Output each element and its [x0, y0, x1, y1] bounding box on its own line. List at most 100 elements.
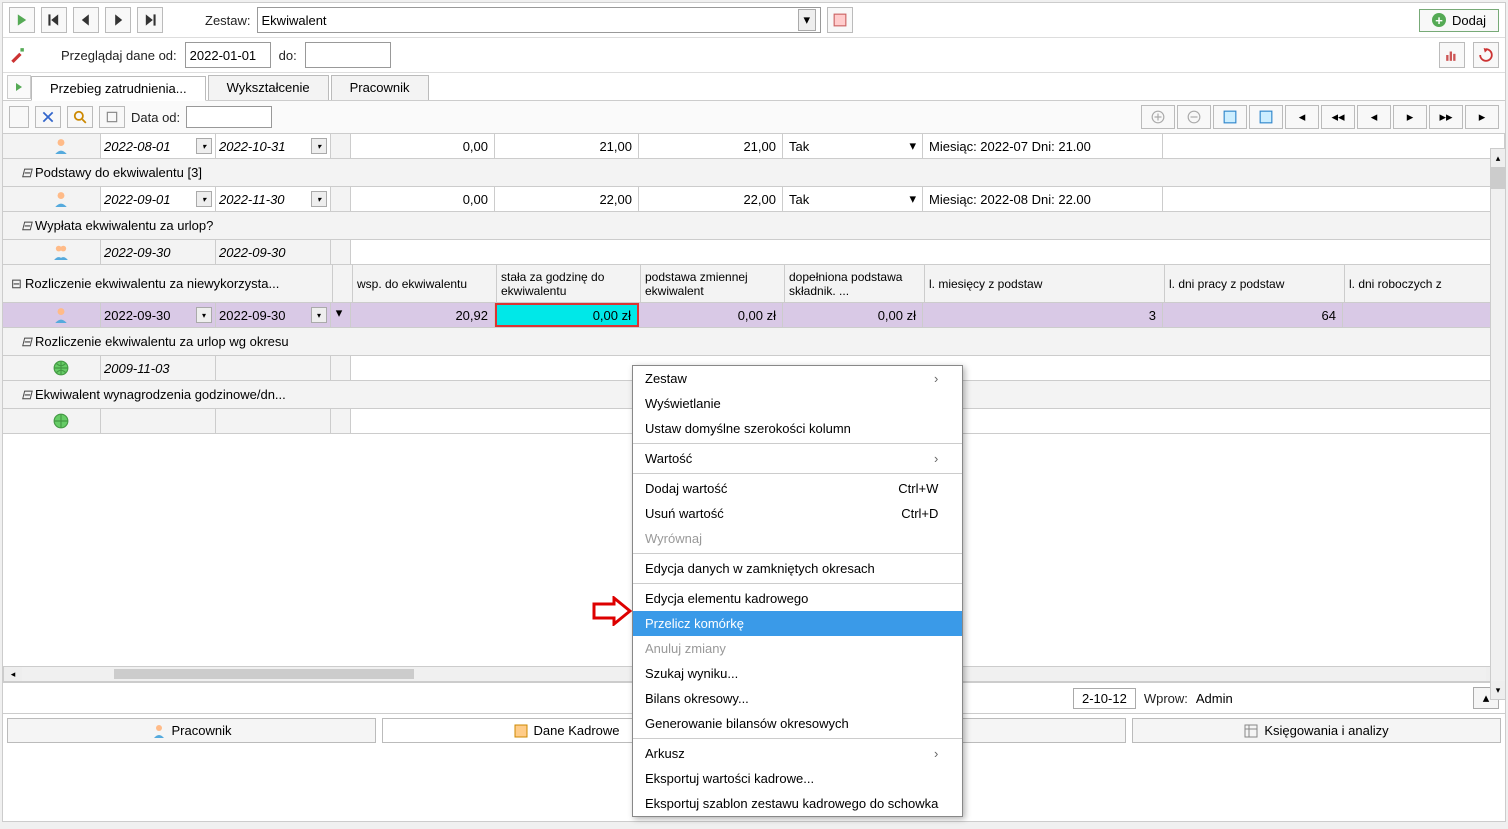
first-icon[interactable] [41, 7, 67, 33]
value-cell[interactable]: 64 [1163, 303, 1343, 327]
menu-eksportuj-szablon[interactable]: Eksportuj szablon zestawu kadrowego do s… [633, 791, 962, 816]
column-header[interactable]: stała za godzinę do ekwiwalentu [497, 265, 641, 302]
collapse-icon[interactable]: ⊟ [21, 334, 31, 350]
value-cell[interactable]: 21,00 [639, 134, 783, 158]
column-header[interactable]: podstawa zmiennej ekwiwalent [641, 265, 785, 302]
nav-last-icon[interactable]: ▸▸ [1429, 105, 1463, 129]
zestaw-combo[interactable]: Ekwiwalent ▾ [257, 7, 821, 33]
tab-pracownik[interactable]: Pracownik [331, 75, 429, 100]
brush-icon[interactable] [9, 47, 25, 63]
nav-right-icon[interactable]: ▸ [1465, 105, 1499, 129]
chevron-down-icon[interactable]: ▾ [909, 138, 916, 154]
table-row[interactable]: 2022-09-30 2022-09-30 [3, 240, 1505, 265]
menu-edycja-okresy[interactable]: Edycja danych w zamkniętych okresach [633, 556, 962, 581]
value-cell[interactable]: 22,00 [639, 187, 783, 211]
selected-row[interactable]: 2022-09-30▾ 2022-09-30▾ ▾ 20,92 0,00 zł … [3, 303, 1505, 328]
menu-dodaj-wartosc[interactable]: Dodaj wartośćCtrl+W [633, 476, 962, 501]
table-row[interactable]: 2022-09-01▾ 2022-11-30▾ 0,00 22,00 22,00… [3, 187, 1505, 212]
nav-prev-icon[interactable]: ◂ [1357, 105, 1391, 129]
menu-eksportuj-wartosci[interactable]: Eksportuj wartości kadrowe... [633, 766, 962, 791]
menu-bilans-okresowy[interactable]: Bilans okresowy... [633, 686, 962, 711]
chevron-down-icon[interactable]: ▾ [311, 307, 327, 323]
value-cell[interactable]: Tak▾ [783, 134, 923, 158]
section-row[interactable]: ⊟Podstawy do ekwiwalentu [3] [3, 159, 1505, 187]
date-cell[interactable]: 2022-09-01▾ [101, 187, 216, 211]
menu-wyswietlanie[interactable]: Wyświetlanie [633, 391, 962, 416]
refresh-icon[interactable] [1473, 42, 1499, 68]
value-cell[interactable]: 0,00 [351, 134, 495, 158]
date-cell[interactable]: 2022-11-30▾ [216, 187, 331, 211]
play-icon[interactable] [9, 7, 35, 33]
scroll-left-icon[interactable]: ◂ [4, 667, 22, 681]
value-cell[interactable]: 21,00 [495, 134, 639, 158]
scroll-up-icon[interactable]: ▴ [1491, 149, 1505, 167]
column-header[interactable]: l. miesięcy z podstaw [925, 265, 1165, 302]
date-to-input[interactable] [305, 42, 391, 68]
menu-wartosc[interactable]: Wartość [633, 446, 962, 471]
value-cell[interactable]: 22,00 [495, 187, 639, 211]
collapse-icon[interactable]: ⊟ [21, 165, 31, 181]
last-icon[interactable] [137, 7, 163, 33]
menu-arkusz[interactable]: Arkusz [633, 741, 962, 766]
date-from-input[interactable] [185, 42, 271, 68]
scroll-down-icon[interactable]: ▾ [1491, 681, 1505, 699]
column-header[interactable]: l. dni pracy z podstaw [1165, 265, 1345, 302]
menu-edycja-elementu[interactable]: Edycja elementu kadrowego [633, 586, 962, 611]
extra-icon[interactable] [827, 7, 853, 33]
nav-next-icon[interactable]: ▸ [1393, 105, 1427, 129]
expand-icon[interactable] [9, 106, 29, 128]
scroll-thumb[interactable] [114, 669, 414, 679]
scroll-thumb[interactable] [1491, 167, 1505, 189]
menu-szukaj-wyniku[interactable]: Szukaj wyniku... [633, 661, 962, 686]
column-header[interactable]: wsp. do ekwiwalentu [353, 265, 497, 302]
value-cell[interactable]: 0,00 zł [783, 303, 923, 327]
value-cell[interactable]: Tak▾ [783, 187, 923, 211]
value-cell[interactable]: 20,92 [351, 303, 495, 327]
remove-circle-icon[interactable] [1177, 105, 1211, 129]
date-cell[interactable]: 2022-08-01▾ [101, 134, 216, 158]
value-cell[interactable]: 0,00 zł [639, 303, 783, 327]
highlighted-cell[interactable]: 0,00 zł [495, 303, 639, 327]
menu-usun-wartosc[interactable]: Usuń wartośćCtrl+D [633, 501, 962, 526]
add-circle-icon[interactable] [1141, 105, 1175, 129]
date-cell[interactable]: 2022-09-30▾ [216, 303, 331, 327]
next-icon[interactable] [105, 7, 131, 33]
chevron-down-icon[interactable]: ▾ [196, 191, 212, 207]
column-header[interactable]: l. dni roboczych z [1345, 265, 1505, 302]
nav-left-icon[interactable]: ◂ [1285, 105, 1319, 129]
vertical-scrollbar[interactable]: ▴ ▾ [1490, 148, 1506, 700]
value-cell[interactable]: 3 [923, 303, 1163, 327]
chevron-down-icon[interactable]: ▾ [311, 138, 327, 154]
menu-generowanie-bilansow[interactable]: Generowanie bilansów okresowych [633, 711, 962, 736]
chevron-down-icon[interactable]: ▾ [331, 303, 347, 323]
chart-icon[interactable] [1439, 42, 1465, 68]
btab-ksiegowania[interactable]: Księgowania i analizy [1132, 718, 1501, 743]
section-row[interactable]: ⊟Rozliczenie ekwiwalentu za urlop wg okr… [3, 328, 1505, 356]
tab-scroll-icon[interactable] [7, 75, 31, 99]
prev-icon[interactable] [73, 7, 99, 33]
collapse-icon[interactable]: ⊟ [21, 218, 31, 234]
chevron-down-icon[interactable]: ▾ [196, 138, 212, 154]
value-cell[interactable]: Miesiąc: 2022-08 Dni: 22.00 [923, 187, 1163, 211]
value-cell[interactable]: 0,00 [351, 187, 495, 211]
menu-zestaw[interactable]: Zestaw [633, 366, 962, 391]
grid1-icon[interactable] [1213, 105, 1247, 129]
section-row[interactable]: ⊟Wypłata ekwiwalentu za urlop? [3, 212, 1505, 240]
date-cell[interactable]: 2022-09-30▾ [101, 303, 216, 327]
nav-first-icon[interactable]: ◂◂ [1321, 105, 1355, 129]
menu-przelicz-komorke[interactable]: Przelicz komórkę [633, 611, 962, 636]
add-button[interactable]: + Dodaj [1419, 9, 1499, 32]
btab-pracownik[interactable]: Pracownik [7, 718, 376, 743]
chevron-down-icon[interactable]: ▾ [798, 9, 816, 31]
menu-szerokosci[interactable]: Ustaw domyślne szerokości kolumn [633, 416, 962, 441]
column-header[interactable]: dopełniona podstawa składnik. ... [785, 265, 925, 302]
grid2-icon[interactable] [1249, 105, 1283, 129]
book-icon[interactable] [99, 106, 125, 128]
tools-icon[interactable] [35, 106, 61, 128]
search-icon[interactable] [67, 106, 93, 128]
tab-wyksztalcenie[interactable]: Wykształcenie [208, 75, 329, 100]
chevron-down-icon[interactable]: ▾ [311, 191, 327, 207]
collapse-icon[interactable]: ⊟ [11, 276, 21, 292]
table-row[interactable]: 2022-08-01▾ 2022-10-31▾ 0,00 21,00 21,00… [3, 134, 1505, 159]
tab-zatrudnienie[interactable]: Przebieg zatrudnienia... [31, 76, 206, 101]
